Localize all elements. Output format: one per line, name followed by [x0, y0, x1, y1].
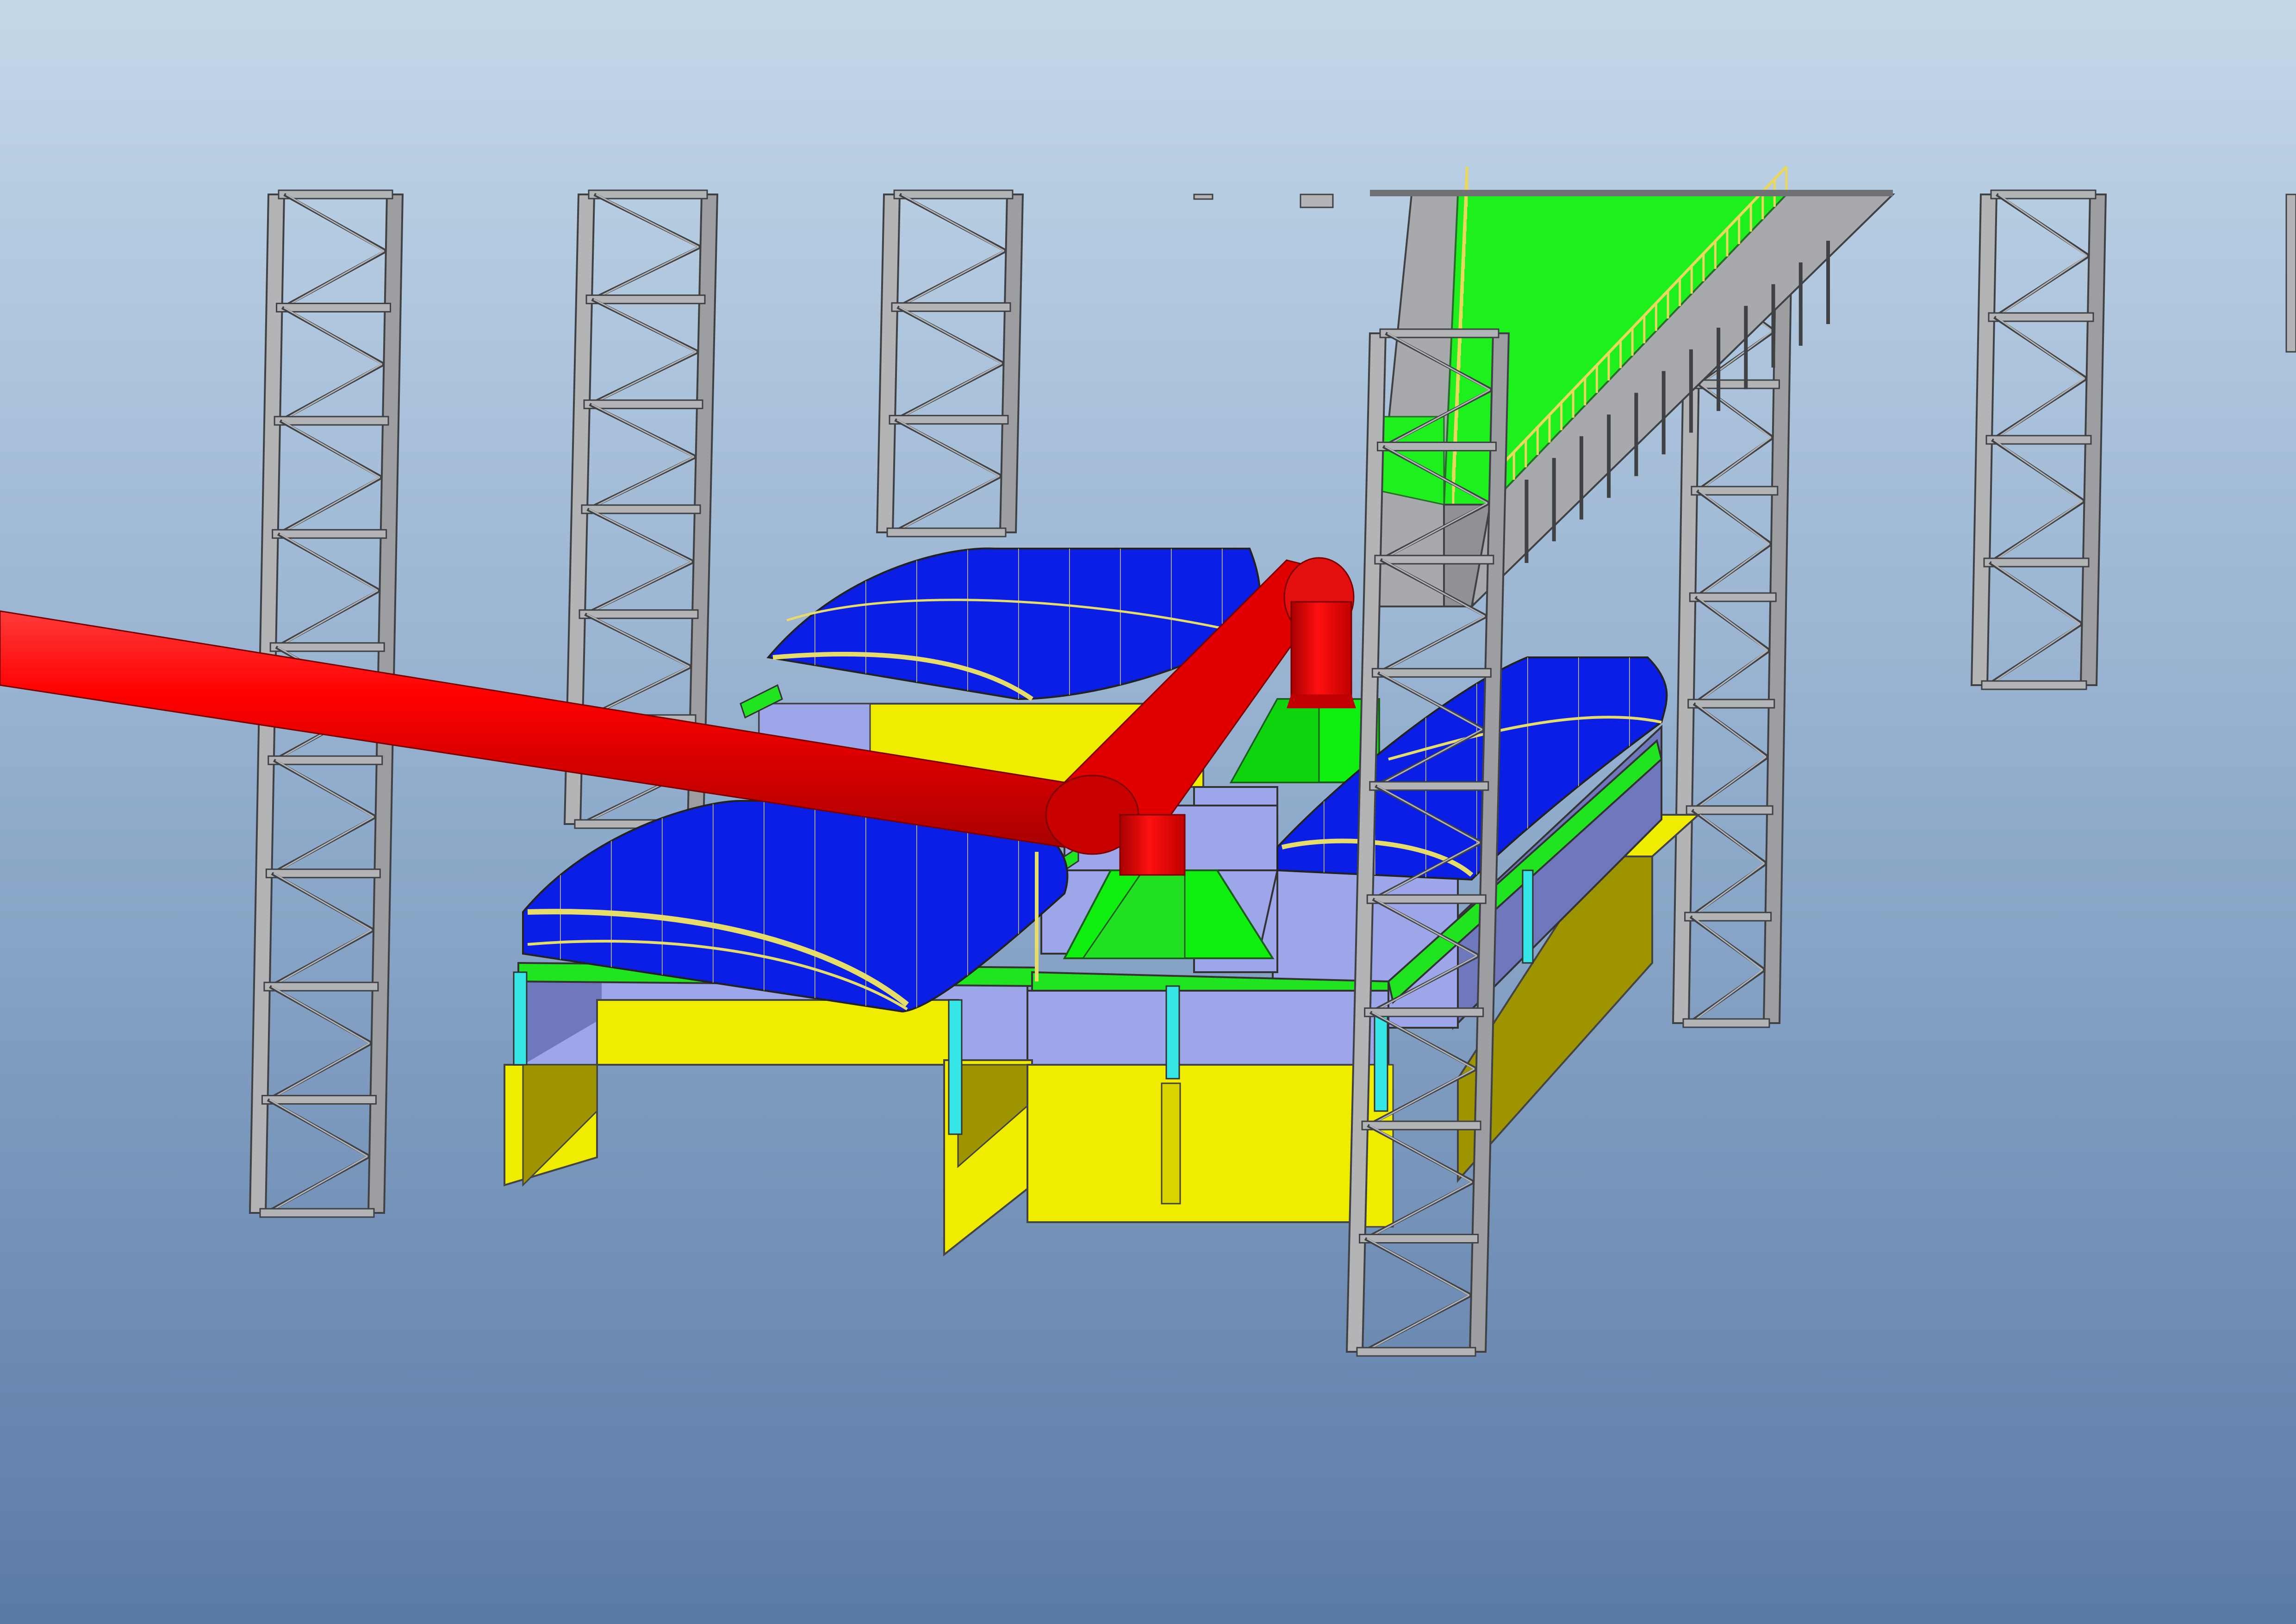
cyan-column-4: [1374, 1008, 1388, 1112]
tower-1-strut: [272, 529, 387, 539]
stub-3: [2285, 194, 2296, 353]
tower-1-strut: [265, 868, 381, 879]
tower-2-strut: [583, 399, 703, 409]
tower-6-strut: [1985, 435, 2092, 445]
tower-6-strut: [1981, 680, 2087, 690]
tower-5-strut: [1691, 486, 1779, 496]
duct-riser-front: [1119, 814, 1186, 876]
model-canvas[interactable]: [0, 0, 2296, 1624]
tower-1-strut: [261, 1095, 377, 1105]
tower-1-strut: [278, 189, 393, 200]
center-yellow-pilaster: [1161, 1082, 1181, 1205]
tower-2-strut: [579, 609, 699, 619]
tower-4-strut: [1379, 328, 1500, 338]
cyan-column-5: [1522, 869, 1534, 964]
duct-cone-back: [1287, 694, 1356, 708]
tower-4-strut: [1356, 1347, 1476, 1357]
tower-5-strut: [1686, 805, 1773, 815]
stub-1: [1193, 194, 1213, 200]
tower-4-strut: [1376, 441, 1497, 451]
tower-5-strut: [1687, 699, 1775, 709]
tower-1-strut: [276, 302, 392, 312]
tower-6-strut: [1990, 189, 2097, 200]
stub-2: [1300, 194, 1334, 208]
gallery-top-edge: [1370, 190, 1893, 196]
tower-1-strut: [268, 755, 383, 765]
tower-2-strut: [588, 189, 708, 200]
tower-2-strut: [581, 504, 701, 514]
tower-3-strut: [891, 302, 1011, 312]
cyan-column-3: [1165, 985, 1180, 1080]
tower-4-strut: [1374, 555, 1494, 565]
tower-4-strut: [1369, 781, 1489, 791]
tower-5-strut: [1682, 1018, 1770, 1028]
tower-3-strut: [889, 415, 1009, 425]
tower-1-strut: [263, 981, 379, 992]
cyan-column-2: [948, 999, 963, 1135]
center-yellow-wall: [1027, 1064, 1389, 1223]
tower-5-strut: [1689, 592, 1777, 602]
tower-3-strut: [886, 527, 1007, 537]
tower-5-strut: [1684, 912, 1772, 922]
duct-riser-back: [1290, 601, 1352, 705]
model-viewport[interactable]: [0, 0, 2296, 1624]
tower-4-strut: [1361, 1120, 1481, 1131]
tower-1-strut: [259, 1208, 375, 1218]
tower-6-strut: [1983, 557, 2090, 568]
tower-6-strut: [1988, 312, 2094, 322]
cyan-column-1: [513, 971, 528, 1066]
tower-4-strut: [1359, 1234, 1479, 1244]
tower-4-strut: [1371, 668, 1492, 678]
tower-1-strut: [274, 416, 389, 426]
tower-5-strut: [1692, 379, 1780, 389]
tower-4-strut: [1364, 1007, 1484, 1018]
tower-1-strut: [269, 642, 385, 652]
tower-3-strut: [893, 189, 1014, 200]
tower-4-strut: [1366, 894, 1487, 904]
tower-2-strut: [585, 294, 706, 305]
